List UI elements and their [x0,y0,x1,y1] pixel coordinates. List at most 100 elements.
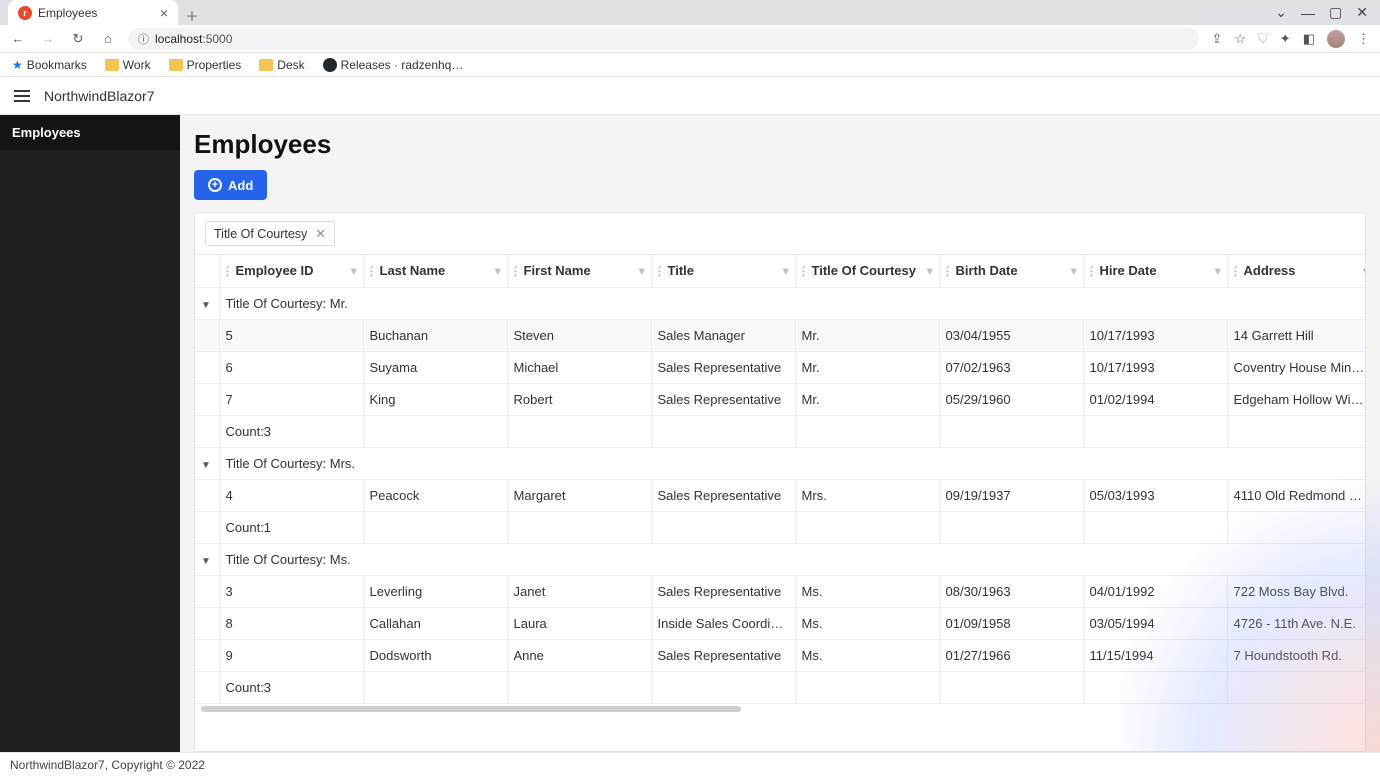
cell-hire-date: 04/01/1992 [1083,575,1227,607]
sidebar-item-employees[interactable]: Employees [0,115,180,150]
filter-icon[interactable]: ▾ [639,264,645,277]
group-expand-cell[interactable]: ▼ [195,287,219,319]
table-row[interactable]: 4PeacockMargaretSales RepresentativeMrs.… [195,479,1366,511]
bookmark-item[interactable]: Work [105,58,151,72]
bookmark-item[interactable]: ★Bookmarks [12,58,87,72]
drag-handle-icon[interactable]: ⋮ [942,264,954,278]
favicon-icon: r [18,6,32,20]
group-expand-cell[interactable]: ▼ [195,447,219,479]
bookmark-star-icon[interactable]: ☆ [1234,31,1246,47]
row-expand-cell [195,319,219,351]
cell-address: Coventry House Miner Rd. [1227,351,1366,383]
nav-back-icon[interactable]: ← [10,31,26,47]
cell-hire-date: 10/17/1993 [1083,351,1227,383]
group-chip[interactable]: Title Of Courtesy ✕ [205,221,335,246]
column-header-birth-date[interactable]: ⋮Birth Date▾ [939,255,1083,287]
cell-last-name: Buchanan [363,319,507,351]
folder-icon [105,59,119,71]
url-input[interactable]: ⓘ localhost:5000 [128,28,1199,50]
close-tab-icon[interactable]: × [160,5,168,21]
cell-last-name: Callahan [363,607,507,639]
share-icon[interactable]: ⇪ [1211,31,1222,47]
folder-icon [169,59,183,71]
tab-title: Employees [38,6,97,20]
sidepanel-icon[interactable]: ◧ [1303,31,1315,47]
group-header-row[interactable]: ▼Title Of Courtesy: Mr. [195,287,1366,319]
app-name: NorthwindBlazor7 [44,88,155,104]
horizontal-scrollbar[interactable] [195,704,1365,714]
table-row[interactable]: 3LeverlingJanetSales RepresentativeMs.08… [195,575,1366,607]
window-close-icon[interactable]: ✕ [1356,4,1368,21]
cell-title-of-courtesy: Mr. [795,351,939,383]
column-header-address[interactable]: ⋮Address▾ [1227,255,1366,287]
remove-group-icon[interactable]: ✕ [315,226,325,241]
cell-last-name: Suyama [363,351,507,383]
cell-last-name: King [363,383,507,415]
group-panel[interactable]: Title Of Courtesy ✕ [195,213,1365,255]
cell-title: Sales Representative [651,639,795,671]
window-maximize-icon[interactable]: ▢ [1329,4,1342,21]
column-header-employee-id[interactable]: ⋮Employee ID▾ [219,255,363,287]
cell-title: Sales Representative [651,479,795,511]
group-header-row[interactable]: ▼Title Of Courtesy: Ms. [195,543,1366,575]
table-row[interactable]: 7KingRobertSales RepresentativeMr.05/29/… [195,383,1366,415]
table-row[interactable]: 5BuchananStevenSales ManagerMr.03/04/195… [195,319,1366,351]
bookmark-item[interactable]: Releases · radzenhq… [323,58,464,72]
add-button[interactable]: + Add [194,170,267,200]
drag-handle-icon[interactable]: ⋮ [366,264,378,278]
group-header-row[interactable]: ▼Title Of Courtesy: Mrs. [195,447,1366,479]
cell-birth-date: 05/29/1960 [939,383,1083,415]
window-minimize-icon[interactable]: — [1301,5,1315,21]
nav-reload-icon[interactable]: ↻ [70,31,86,47]
profile-avatar[interactable] [1327,30,1345,48]
row-expand-cell [195,639,219,671]
column-header-last-name[interactable]: ⋮Last Name▾ [363,255,507,287]
cell-employee-id: 3 [219,575,363,607]
page-title: Employees [194,129,1366,160]
bookmark-item[interactable]: Properties [169,58,242,72]
drag-handle-icon[interactable]: ⋮ [1086,264,1098,278]
drag-handle-icon[interactable]: ⋮ [654,264,666,278]
main-content: Employees + Add Title Of Courtesy ✕ [180,115,1380,752]
folder-icon [259,59,273,71]
column-header-first-name[interactable]: ⋮First Name▾ [507,255,651,287]
table-row[interactable]: 9DodsworthAnneSales RepresentativeMs.01/… [195,639,1366,671]
cell-title: Sales Representative [651,383,795,415]
drag-handle-icon[interactable]: ⋮ [798,264,810,278]
table-row[interactable]: 8CallahanLauraInside Sales CoordinatorMs… [195,607,1366,639]
table-row[interactable]: 6SuyamaMichaelSales RepresentativeMr.07/… [195,351,1366,383]
filter-icon[interactable]: ▾ [1215,264,1221,277]
column-header-title[interactable]: ⋮Title▾ [651,255,795,287]
drag-handle-icon[interactable]: ⋮ [510,264,522,278]
bookmark-item[interactable]: Desk [259,58,304,72]
drag-handle-icon[interactable]: ⋮ [1230,264,1242,278]
drag-handle-icon[interactable]: ⋮ [222,264,234,278]
nav-home-icon[interactable]: ⌂ [100,31,116,47]
cell-employee-id: 6 [219,351,363,383]
extensions-icon[interactable]: ✦ [1280,31,1291,47]
filter-icon[interactable]: ▾ [927,264,933,277]
nav-forward-icon[interactable]: → [40,31,56,47]
cell-title-of-courtesy: Ms. [795,607,939,639]
cell-first-name: Steven [507,319,651,351]
browser-tab[interactable]: r Employees × [8,0,178,25]
shield-icon[interactable]: ⛉ [1258,31,1268,47]
site-info-icon[interactable]: ⓘ [138,31,149,47]
filter-icon[interactable]: ▾ [783,264,789,277]
scrollbar-thumb[interactable] [201,706,741,712]
kebab-menu-icon[interactable]: ⋮ [1357,31,1370,47]
cell-first-name: Michael [507,351,651,383]
cell-birth-date: 03/04/1955 [939,319,1083,351]
hamburger-menu-button[interactable] [14,90,30,102]
filter-icon[interactable]: ▾ [1363,264,1366,277]
filter-icon[interactable]: ▾ [351,264,357,277]
chevron-down-icon[interactable]: ⌄ [1275,4,1287,21]
filter-icon[interactable]: ▾ [1071,264,1077,277]
group-footer-count: Count:3 [219,671,363,703]
new-tab-button[interactable]: ＋ [178,6,206,25]
filter-icon[interactable]: ▾ [495,264,501,277]
group-expand-cell[interactable]: ▼ [195,543,219,575]
column-header-title-of-courtesy[interactable]: ⋮Title Of Courtesy▾ [795,255,939,287]
column-header-hire-date[interactable]: ⋮Hire Date▾ [1083,255,1227,287]
cell-employee-id: 9 [219,639,363,671]
